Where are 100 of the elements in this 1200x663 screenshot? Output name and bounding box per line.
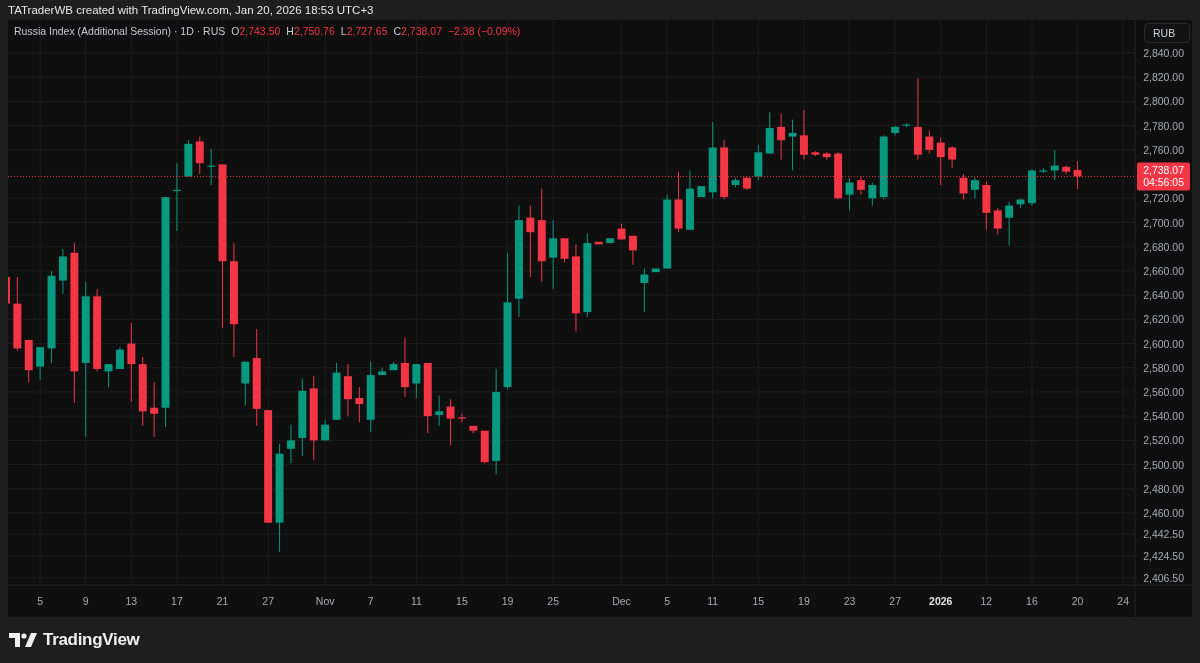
price-axis-label: 2,560.00: [1143, 386, 1184, 398]
price-axis-label: 2,500.00: [1143, 458, 1184, 471]
candle: [697, 185, 706, 198]
time-axis-label: 24: [1117, 595, 1129, 607]
candle: [925, 130, 934, 154]
candle: [822, 151, 831, 161]
candle: [902, 122, 911, 128]
ohlc-value: O2,743.50: [231, 25, 281, 37]
candle: [606, 237, 615, 244]
time-axis-label: 15: [752, 595, 765, 607]
time-axis-label: 15: [456, 595, 468, 607]
candle: [879, 134, 888, 200]
candle: [788, 119, 797, 171]
candle: [172, 162, 181, 232]
price-axis-label: 2,620.00: [1143, 313, 1184, 326]
price-axis-label: 2,520.00: [1143, 434, 1184, 447]
time-axis-label: 23: [843, 595, 856, 607]
candle: [366, 361, 375, 433]
price-axis-label: 2,720.00: [1143, 192, 1184, 205]
candle: [480, 430, 489, 464]
time-axis-label: 25: [547, 595, 559, 607]
price-axis-label: 2,600.00: [1143, 337, 1184, 350]
candle: [594, 241, 603, 245]
candle: [150, 381, 159, 438]
candle: [400, 337, 409, 398]
price-axis-label: 2,442.50: [1143, 528, 1184, 541]
ohlc-value: C2,738.07: [393, 25, 442, 37]
candle: [891, 125, 900, 136]
candle: [457, 413, 466, 423]
candle: [1016, 197, 1025, 209]
candle: [651, 268, 660, 273]
candle: [355, 386, 364, 423]
candle: [378, 367, 387, 376]
candle: [412, 363, 421, 399]
time-axis-label: 17: [171, 595, 183, 607]
candle: [868, 182, 877, 207]
price-axis-label: 2,460.00: [1143, 507, 1184, 519]
candle: [959, 173, 968, 200]
candle: [104, 363, 113, 388]
candle: [1005, 201, 1014, 246]
candle: [754, 144, 763, 181]
candle: [36, 346, 45, 381]
candle: [343, 363, 352, 417]
candle: [332, 362, 341, 421]
candle: [1062, 165, 1071, 175]
candle: [1050, 149, 1059, 181]
price-axis-label: 2,700.00: [1143, 216, 1184, 229]
ohlc-value: L2,727.65: [340, 25, 388, 37]
candle: [58, 248, 67, 295]
candle: [777, 113, 786, 161]
candle: [241, 361, 250, 406]
time-axis-label: Dec: [612, 595, 631, 607]
time-axis-label: 27: [889, 595, 901, 607]
candle: [195, 136, 204, 175]
candle: [742, 176, 751, 191]
candle: [617, 223, 626, 240]
candle: [765, 111, 774, 154]
price-axis-label: 2,580.00: [1143, 361, 1184, 374]
price-change: −2.38 (−0.09%): [447, 25, 521, 37]
time-axis-label: 5: [37, 595, 44, 607]
candle: [1039, 167, 1048, 174]
time-axis-label: Nov: [315, 595, 335, 607]
candle: [834, 151, 843, 200]
candle: [115, 346, 124, 370]
candle: [799, 109, 808, 161]
candle: [321, 419, 330, 441]
candle: [640, 268, 649, 313]
candle: [1027, 168, 1036, 207]
ohlc-value: H2,750.76: [286, 25, 335, 37]
brand-name: TradingView: [43, 630, 140, 650]
chart-attribution: TATraderWB created with TradingView.com, Jan 20, 2026 18:53 UTC+3: [8, 4, 374, 16]
price-axis-label: 2,424.50: [1143, 550, 1184, 562]
price-axis-label: 2,820.00: [1143, 71, 1184, 84]
candle: [993, 207, 1002, 236]
candle: [845, 177, 854, 211]
time-axis-label: 19: [501, 595, 514, 607]
price-axis-label: 2,640.00: [1143, 289, 1184, 302]
candle: [720, 139, 729, 200]
candle: [856, 176, 865, 196]
price-axis-label: 2,780.00: [1143, 119, 1184, 132]
candle: [446, 398, 455, 446]
candle: [389, 361, 398, 371]
time-axis-label: 2026: [929, 595, 953, 607]
candle: [628, 235, 637, 266]
price-axis-label: 2,760.00: [1143, 143, 1184, 156]
candle: [811, 150, 820, 157]
candle: [207, 148, 216, 186]
time-axis-label: 5: [664, 595, 671, 607]
price-axis-label: 2,540.00: [1143, 410, 1184, 423]
candle: [674, 171, 683, 233]
candle: [138, 356, 147, 427]
candle: [982, 180, 991, 231]
time-axis-label: 27: [262, 595, 274, 607]
currency-button[interactable]: RUB: [1144, 23, 1190, 43]
candle: [731, 177, 740, 188]
time-axis-label: 13: [125, 595, 138, 607]
time-axis-label: 12: [980, 595, 993, 607]
price-axis-label: 2,680.00: [1143, 240, 1184, 253]
candle: [423, 362, 432, 434]
candle: [24, 339, 33, 383]
